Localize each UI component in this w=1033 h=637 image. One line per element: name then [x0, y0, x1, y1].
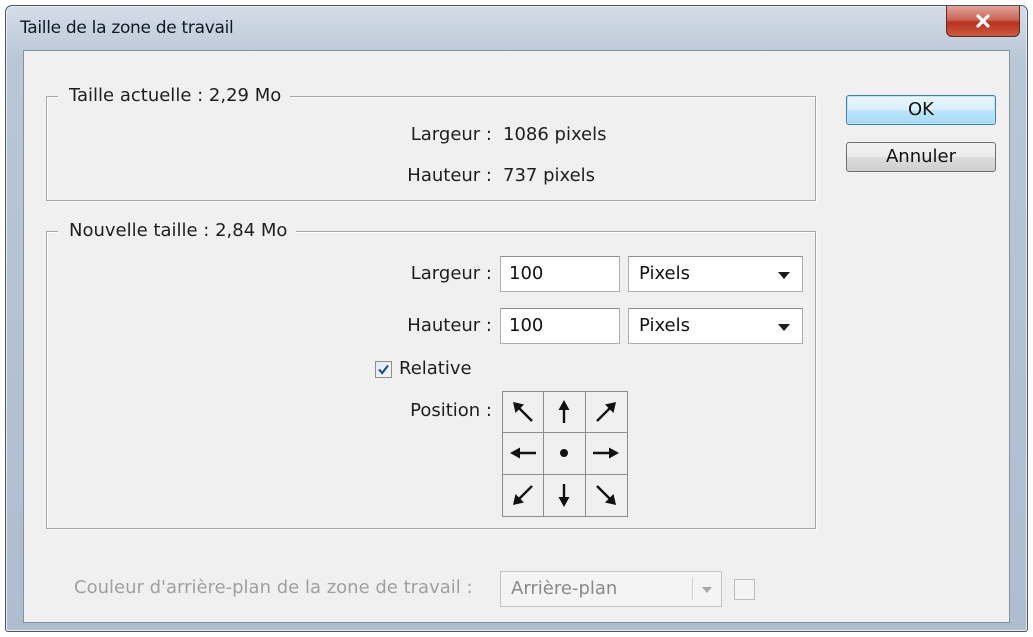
color-swatch[interactable]	[734, 579, 755, 600]
chevron-down-icon	[702, 587, 712, 593]
position-label: Position :	[410, 400, 492, 421]
ok-button[interactable]: OK	[846, 95, 996, 125]
chevron-down-icon	[778, 272, 790, 279]
width-input[interactable]: 100	[500, 256, 620, 292]
anchor-top[interactable]	[544, 392, 586, 434]
anchor-bottom-right[interactable]	[586, 475, 627, 516]
cancel-button[interactable]: Annuler	[846, 142, 996, 172]
arrow-up-left-icon	[513, 402, 534, 423]
arrow-right-icon	[593, 447, 620, 459]
new-size-legend: Nouvelle taille : 2,84 Mo	[58, 219, 297, 243]
height-unit-value: Pixels	[639, 315, 691, 336]
width-unit-value: Pixels	[639, 263, 691, 284]
window-title: Taille de la zone de travail	[20, 18, 234, 38]
anchor-bottom[interactable]	[544, 474, 586, 516]
anchor-bottom-left[interactable]	[503, 474, 545, 516]
close-icon	[976, 14, 990, 28]
width-unit-select[interactable]: Pixels	[628, 256, 803, 292]
close-button[interactable]	[946, 6, 1020, 37]
arrow-down-right-icon	[596, 485, 617, 506]
new-height-label: Hauteur :	[407, 315, 492, 336]
chevron-down-icon	[778, 324, 790, 331]
current-height-value: 737 pixels	[503, 165, 596, 186]
canvas-extension-color-label: Couleur d'arrière-plan de la zone de tra…	[74, 577, 473, 598]
arrow-down-left-icon	[513, 485, 534, 506]
height-input[interactable]: 100	[500, 308, 620, 344]
canvas-extension-color-select[interactable]: Arrière-plan	[500, 571, 722, 607]
anchor-top-left[interactable]	[503, 392, 545, 434]
anchor-left[interactable]	[503, 433, 545, 475]
anchor-grid	[502, 391, 628, 517]
canvas-extension-color-value: Arrière-plan	[511, 578, 618, 599]
checkmark-icon	[378, 364, 389, 375]
relative-label[interactable]: Relative	[399, 358, 472, 379]
height-unit-select[interactable]: Pixels	[628, 308, 803, 344]
dialog-window: Taille de la zone de travail Taille actu…	[5, 5, 1028, 632]
anchor-top-right[interactable]	[585, 392, 627, 434]
relative-checkbox[interactable]	[375, 361, 392, 378]
current-size-legend: Taille actuelle : 2,29 Mo	[58, 84, 291, 108]
center-dot-icon	[560, 449, 569, 458]
current-width-value: 1086 pixels	[503, 124, 607, 145]
anchor-center[interactable]	[544, 433, 586, 475]
arrow-up-right-icon	[596, 402, 617, 423]
current-width-label: Largeur :	[410, 124, 492, 145]
arrow-up-icon	[558, 400, 570, 424]
dialog-client-area: Taille actuelle : 2,29 Mo Largeur : 1086…	[23, 50, 1010, 623]
current-height-label: Hauteur :	[407, 165, 492, 186]
new-width-label: Largeur :	[410, 263, 492, 284]
anchor-right[interactable]	[585, 433, 627, 475]
arrow-down-icon	[558, 484, 570, 508]
dropdown-separator	[692, 578, 693, 600]
arrow-left-icon	[510, 447, 537, 459]
